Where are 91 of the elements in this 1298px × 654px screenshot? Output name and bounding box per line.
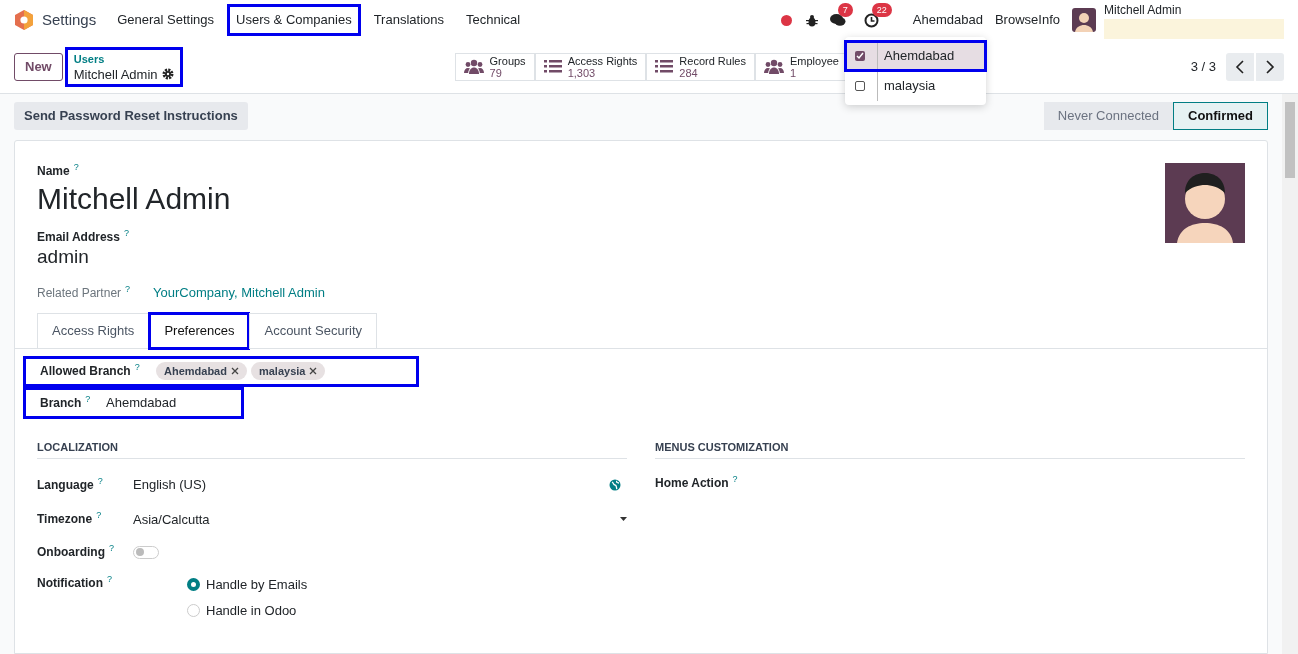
radio-button[interactable] (187, 578, 200, 592)
stat-label: Record Rules (679, 54, 746, 67)
caret-icon[interactable] (620, 517, 627, 522)
field-label: Email Address (37, 229, 120, 245)
stat-button[interactable]: Employee 1 (754, 52, 848, 81)
pager-value: 3 / 3 (1190, 57, 1216, 76)
help-mark[interactable]: ? (123, 229, 129, 238)
new-button[interactable]: New (14, 52, 63, 81)
app-title[interactable]: Settings (42, 8, 97, 32)
branch-tag: Ahemdabad (156, 362, 247, 380)
field-label: Onboarding (37, 544, 105, 560)
previous-button[interactable] (1226, 52, 1254, 81)
reset-password-button[interactable]: Send Password Reset Instructions (14, 102, 248, 130)
section-heading: LOCALIZATION (37, 438, 627, 459)
stat-value: 1,303 (567, 66, 597, 79)
stat-value: 79 (489, 66, 502, 79)
chevron-left-icon (1235, 59, 1245, 74)
checkbox[interactable] (855, 81, 865, 91)
field-label: Home Action (655, 475, 729, 491)
radio-label: Handle in Odoo (206, 601, 297, 620)
status-step[interactable]: Never Connected (1043, 102, 1173, 130)
field-label: Name (37, 163, 70, 179)
remove-icon[interactable] (309, 367, 318, 375)
field-label: Branch (40, 394, 82, 411)
status-step[interactable]: Confirmed (1173, 102, 1268, 130)
people-icon (463, 58, 484, 75)
partner-link[interactable]: YourCompany, Mitchell Admin (153, 283, 325, 303)
chat-icon[interactable] (829, 13, 846, 27)
stat-value: 284 (679, 66, 699, 79)
stat-button[interactable]: Groups 79 (454, 52, 535, 81)
section-heading: MENUS CUSTOMIZATION (655, 438, 1245, 459)
count-badge: 7 (837, 3, 853, 17)
help-mark[interactable]: ? (109, 544, 114, 553)
clock-icon[interactable] (863, 12, 879, 28)
menu-item[interactable]: Technical (457, 4, 530, 36)
tab[interactable]: Account Security (249, 312, 377, 349)
field-label: Timezone (37, 511, 93, 528)
next-button[interactable] (1256, 52, 1284, 81)
help-mark[interactable]: ? (107, 575, 112, 584)
field-label: Related Partner (37, 284, 122, 301)
help-mark[interactable]: ? (85, 394, 91, 404)
tab[interactable]: Access Rights (37, 312, 150, 349)
gear-icon[interactable] (161, 68, 174, 80)
branch-tag: malaysia (250, 362, 326, 380)
stat-button[interactable]: Record Rules 284 (646, 52, 755, 81)
stat-label: Groups (489, 54, 526, 67)
branch-value[interactable]: Ahemdabad (106, 392, 177, 413)
user-avatar[interactable] (1072, 8, 1096, 32)
help-mark[interactable]: ? (125, 284, 131, 294)
help-mark[interactable]: ? (73, 163, 79, 172)
menu-item[interactable]: Users & Companies (227, 4, 361, 36)
help-mark[interactable]: ? (96, 511, 102, 521)
field-label: Allowed Branch (40, 363, 131, 379)
timezone-select[interactable]: Asia/Calcutta (133, 509, 620, 529)
branch-option: malaysia (884, 76, 936, 96)
help-mark[interactable]: ? (732, 475, 738, 484)
check-icon (856, 52, 864, 60)
help-mark[interactable]: ? (97, 476, 103, 486)
bug-icon[interactable] (805, 13, 818, 27)
menu-item[interactable]: General Settings (108, 4, 224, 36)
dropdown-item[interactable]: Ahemdabad (845, 41, 986, 71)
remove-icon[interactable] (230, 367, 239, 375)
stat-label: Employee (789, 54, 839, 67)
menu-item[interactable]: Translations (364, 4, 453, 36)
language-value[interactable]: English (US) (133, 475, 609, 495)
name-value[interactable]: Mitchell Admin (37, 181, 1165, 217)
list-icon (655, 59, 674, 74)
help-mark[interactable]: ? (134, 363, 140, 372)
stat-value: 1 (789, 66, 797, 79)
branch-option: Ahemdabad (884, 46, 955, 66)
field-label: Language (37, 476, 94, 493)
count-badge: 22 (871, 2, 892, 17)
company-switcher[interactable]: Ahemdabad (912, 10, 983, 30)
list-icon (543, 59, 562, 74)
globe-icon[interactable] (609, 478, 621, 491)
breadcrumb-link[interactable]: Users (73, 51, 174, 67)
radio-label: Handle by Emails (206, 576, 308, 594)
onboarding-toggle[interactable] (133, 545, 159, 559)
database-name: BrowseInfo (994, 11, 1060, 30)
tab[interactable]: Preferences (149, 312, 250, 349)
breadcrumb-current: Mitchell Admin (73, 66, 158, 82)
dropdown-item[interactable]: malaysia (845, 71, 986, 101)
stat-button[interactable]: Access Rights 1,303 (534, 52, 647, 81)
user-name[interactable]: Mitchell Admin (1104, 3, 1182, 17)
people-icon (763, 58, 784, 75)
app-logo-icon[interactable] (14, 9, 34, 31)
stat-label: Access Rights (567, 54, 638, 67)
chevron-right-icon (1265, 59, 1275, 74)
field-label: Notification (37, 575, 103, 591)
scrollbar[interactable] (1282, 94, 1298, 654)
email-value[interactable]: admin (37, 245, 1165, 269)
